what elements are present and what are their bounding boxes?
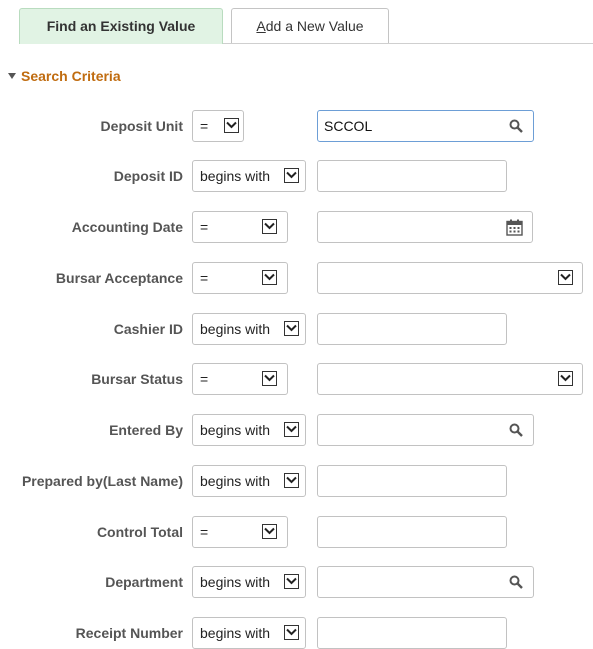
bursar-acceptance-select[interactable] (317, 262, 583, 294)
bursar-status-operator-value: = (200, 371, 209, 387)
chevron-down-icon (284, 168, 299, 183)
accounting-date-operator-value: = (200, 219, 209, 235)
chevron-down-icon (224, 118, 239, 133)
bursar-status-select[interactable] (317, 363, 583, 395)
chevron-down-icon (284, 473, 299, 488)
control-total-input[interactable] (317, 516, 507, 548)
control-total-operator-select[interactable]: = (192, 516, 288, 548)
tab-add-new-value[interactable]: Add a New Value (231, 8, 389, 43)
department-input[interactable] (317, 566, 534, 598)
deposit-id-operator-value: begins with (200, 168, 271, 184)
search-criteria-title: Search Criteria (21, 68, 121, 84)
department-operator-value: begins with (200, 574, 271, 590)
tab-add-new-label: dd a New Value (265, 18, 364, 34)
chevron-down-icon (284, 321, 299, 336)
bursar-status-label: Bursar Status (91, 371, 183, 387)
cashier-id-input[interactable] (317, 313, 507, 345)
collapse-triangle-icon (8, 73, 16, 79)
prepared-by-operator-select[interactable]: begins with (192, 465, 306, 497)
row-bursar-status: Bursar Status = (0, 363, 593, 395)
bursar-status-operator-select[interactable]: = (192, 363, 288, 395)
tab-find-existing-label: Find an Existing Value (46, 18, 196, 34)
deposit-id-operator-select[interactable]: begins with (192, 160, 306, 192)
control-total-label: Control Total (96, 524, 183, 540)
deposit-unit-operator-select[interactable]: = (192, 110, 244, 142)
entered-by-input[interactable] (317, 414, 534, 446)
prepared-by-operator-value: begins with (200, 473, 271, 489)
deposit-unit-input[interactable]: SCCOL (317, 110, 534, 142)
search-icon[interactable] (509, 575, 523, 589)
search-icon[interactable] (509, 423, 523, 437)
chevron-down-icon (262, 270, 277, 285)
tab-find-existing-value[interactable]: Find an Existing Value (19, 8, 223, 44)
accounting-date-label: Accounting Date (71, 219, 183, 235)
prepared-by-input[interactable] (317, 465, 507, 497)
deposit-id-label: Deposit ID (113, 168, 183, 184)
entered-by-operator-select[interactable]: begins with (192, 414, 306, 446)
deposit-id-input[interactable] (317, 160, 507, 192)
cashier-id-label: Cashier ID (113, 321, 183, 337)
chevron-down-icon (284, 625, 299, 640)
chevron-down-icon (262, 219, 277, 234)
chevron-down-icon (262, 524, 277, 539)
tab-add-new-accesskey: A (256, 18, 266, 34)
department-label: Department (105, 574, 183, 590)
row-bursar-acceptance: Bursar Acceptance = (0, 262, 593, 294)
deposit-unit-operator-value: = (200, 118, 209, 134)
row-entered-by: Entered By begins with (0, 414, 593, 446)
chevron-down-icon (284, 422, 299, 437)
chevron-down-icon (262, 371, 277, 386)
deposit-unit-value: SCCOL (324, 118, 373, 134)
search-criteria-header[interactable]: Search Criteria (8, 66, 121, 86)
cashier-id-operator-select[interactable]: begins with (192, 313, 306, 345)
chevron-down-icon (558, 371, 573, 386)
deposit-unit-label: Deposit Unit (100, 118, 183, 134)
row-deposit-id: Deposit ID begins with (0, 160, 593, 192)
row-cashier-id: Cashier ID begins with (0, 313, 593, 345)
tab-bar: Find an Existing Value Add a New Value (19, 8, 593, 44)
row-accounting-date: Accounting Date = (0, 211, 593, 243)
control-total-operator-value: = (200, 524, 209, 540)
accounting-date-input[interactable] (317, 211, 533, 243)
calendar-icon[interactable] (506, 219, 523, 236)
bursar-acceptance-operator-value: = (200, 270, 209, 286)
accounting-date-operator-select[interactable]: = (192, 211, 288, 243)
receipt-number-label: Receipt Number (75, 625, 183, 641)
prepared-by-label: Prepared by(Last Name) (21, 473, 183, 489)
department-operator-select[interactable]: begins with (192, 566, 306, 598)
row-department: Department begins with (0, 566, 593, 598)
receipt-number-input[interactable] (317, 617, 507, 649)
chevron-down-icon (284, 574, 299, 589)
cashier-id-operator-value: begins with (200, 321, 271, 337)
row-control-total: Control Total = (0, 516, 593, 548)
bursar-acceptance-label: Bursar Acceptance (55, 270, 183, 286)
chevron-down-icon (558, 270, 573, 285)
receipt-number-operator-select[interactable]: begins with (192, 617, 306, 649)
search-icon[interactable] (509, 119, 523, 133)
receipt-number-operator-value: begins with (200, 625, 271, 641)
row-prepared-by: Prepared by(Last Name) begins with (0, 465, 593, 497)
row-receipt-number: Receipt Number begins with (0, 617, 593, 649)
entered-by-operator-value: begins with (200, 422, 271, 438)
entered-by-label: Entered By (109, 422, 183, 438)
row-deposit-unit: Deposit Unit = SCCOL (0, 110, 593, 142)
bursar-acceptance-operator-select[interactable]: = (192, 262, 288, 294)
